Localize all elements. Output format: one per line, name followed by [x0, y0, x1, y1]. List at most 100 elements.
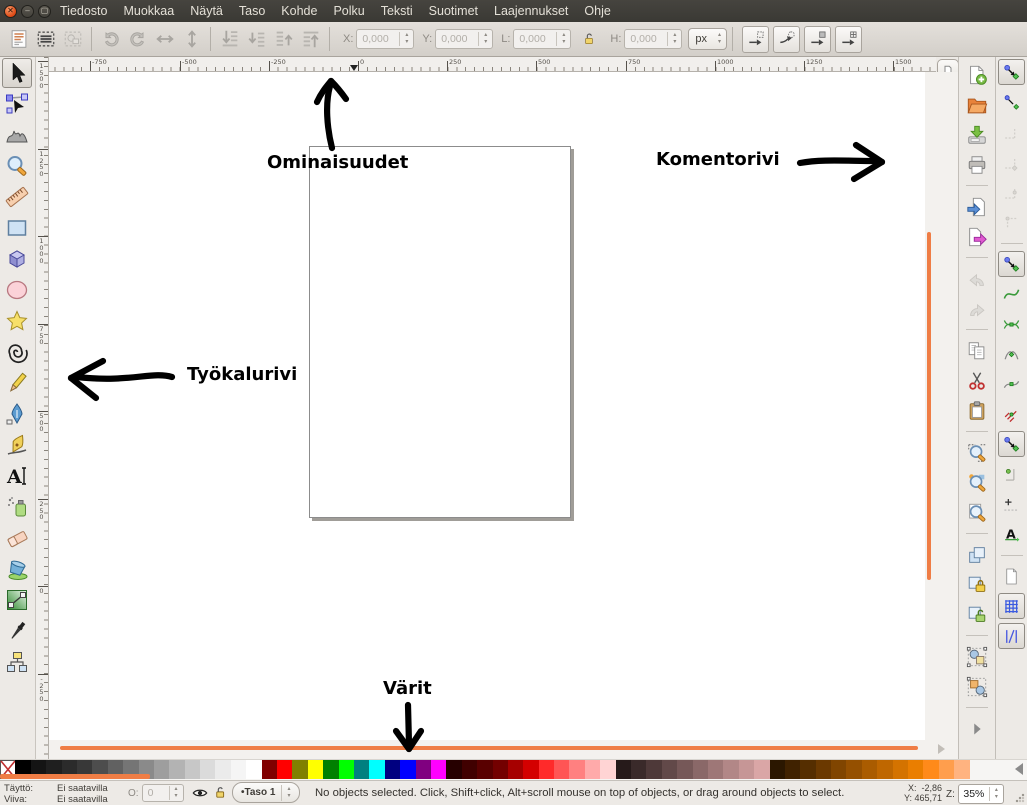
snap-bbox-corners-button[interactable]: [998, 149, 1025, 175]
dropper-tool-button[interactable]: [2, 616, 32, 646]
palette-swatch[interactable]: [523, 760, 538, 779]
palette-swatch[interactable]: [723, 760, 738, 779]
menu-suotimet[interactable]: Suotimet: [429, 0, 478, 22]
palette-swatch[interactable]: [908, 760, 923, 779]
palette-swatch[interactable]: [662, 760, 677, 779]
clone-icon-button[interactable]: [963, 571, 991, 598]
flip-vertical-button[interactable]: [178, 26, 205, 53]
palette-swatch[interactable]: [739, 760, 754, 779]
document-page[interactable]: [309, 146, 571, 518]
close-button[interactable]: ✕: [4, 5, 17, 18]
measure-tool-button[interactable]: [2, 182, 32, 212]
scale-stroke-toggle-button[interactable]: [742, 26, 769, 53]
palette-swatch[interactable]: [215, 760, 230, 779]
zoom-input[interactable]: 35% ▴▾: [958, 784, 1004, 804]
palette-swatch[interactable]: [877, 760, 892, 779]
expand-right-button[interactable]: [963, 715, 991, 742]
guides-icon-button[interactable]: [998, 623, 1025, 649]
rotate-cw-button[interactable]: [124, 26, 151, 53]
palette-swatch[interactable]: [508, 760, 523, 779]
palette-swatch[interactable]: [754, 760, 769, 779]
palette-swatch[interactable]: [354, 760, 369, 779]
zoom-tool-button[interactable]: [2, 151, 32, 181]
connector-tool-button[interactable]: [2, 647, 32, 677]
pencil-tool-button[interactable]: [2, 368, 32, 398]
vertical-ruler[interactable]: 1500125010007505002500-250: [36, 57, 49, 759]
palette-swatch[interactable]: [369, 760, 384, 779]
menu-näytä[interactable]: Näytä: [190, 0, 223, 22]
palette-swatch[interactable]: [277, 760, 292, 779]
layer-spinner[interactable]: ▴▾: [281, 785, 295, 801]
snap-bbox-edges-button[interactable]: [998, 119, 1025, 145]
unit-dropdown[interactable]: px ▴▾: [688, 28, 727, 50]
opacity-input[interactable]: 0 ▴▾: [142, 784, 184, 802]
x-input[interactable]: 0,000 ▴▾: [356, 29, 414, 49]
select-all-button[interactable]: [5, 26, 32, 53]
raise-to-top-button[interactable]: [297, 26, 324, 53]
calligraphy-tool-button[interactable]: [2, 430, 32, 460]
vertical-scrollbar[interactable]: [927, 232, 931, 580]
rect-tool-button[interactable]: [2, 213, 32, 243]
palette-swatch[interactable]: [231, 760, 246, 779]
snap-master-button[interactable]: [998, 59, 1025, 85]
palette-swatch[interactable]: [431, 760, 446, 779]
lower-to-bottom-button[interactable]: [216, 26, 243, 53]
maximize-button[interactable]: ▢: [38, 5, 51, 18]
undo-arrow-button[interactable]: [963, 265, 991, 292]
palette-swatch[interactable]: [585, 760, 600, 779]
align-dialog-button[interactable]: [963, 673, 991, 700]
star-tool-button[interactable]: [2, 306, 32, 336]
palette-swatch[interactable]: [262, 760, 277, 779]
snap-smooth-nodes-button[interactable]: [998, 371, 1025, 397]
text-tool-button[interactable]: A: [2, 461, 32, 491]
open-folder-button[interactable]: [963, 91, 991, 118]
flip-horizontal-button[interactable]: [151, 26, 178, 53]
lock-ratio-icon[interactable]: [575, 26, 602, 53]
height-input[interactable]: 0,000 ▴▾: [624, 29, 682, 49]
snap-bbox-button[interactable]: [998, 89, 1025, 115]
zoom-page-button[interactable]: [963, 499, 991, 526]
palette-swatch[interactable]: [554, 760, 569, 779]
menu-muokkaa[interactable]: Muokkaa: [123, 0, 174, 22]
unlink-clone-icon-button[interactable]: [963, 601, 991, 628]
palette-swatch[interactable]: [246, 760, 261, 779]
palette-swatch[interactable]: [200, 760, 215, 779]
layer-selector[interactable]: •Taso 1 ▴▾: [232, 782, 300, 803]
deselect-button[interactable]: [59, 26, 86, 53]
snap-path-intersections-button[interactable]: [998, 311, 1025, 337]
menu-kohde[interactable]: Kohde: [281, 0, 317, 22]
palette-swatch[interactable]: [954, 760, 969, 779]
print-document-button[interactable]: [963, 151, 991, 178]
palette-swatch[interactable]: [477, 760, 492, 779]
palette-swatch[interactable]: [169, 760, 184, 779]
y-spinner[interactable]: ▴▾: [478, 32, 492, 46]
palette-swatch[interactable]: [154, 760, 169, 779]
snap-nodes-button[interactable]: [998, 251, 1025, 277]
palette-swatch[interactable]: [770, 760, 785, 779]
width-input[interactable]: 0,000 ▴▾: [513, 29, 571, 49]
snap-bbox-edge-mid-button[interactable]: [998, 179, 1025, 205]
fill-value[interactable]: Ei saatavilla: [57, 783, 108, 794]
zoom-selection-button[interactable]: [963, 439, 991, 466]
spray-tool-button[interactable]: [2, 492, 32, 522]
palette-swatch[interactable]: [862, 760, 877, 779]
horizontal-ruler[interactable]: -750-500-2500250500750100012501500: [49, 57, 936, 72]
menu-polku[interactable]: Polku: [333, 0, 364, 22]
palette-swatch[interactable]: [539, 760, 554, 779]
y-input[interactable]: 0,000 ▴▾: [435, 29, 493, 49]
x-spinner[interactable]: ▴▾: [399, 32, 413, 46]
box3d-tool-button[interactable]: [2, 244, 32, 274]
duplicate-icon-button[interactable]: [963, 541, 991, 568]
palette-swatch[interactable]: [323, 760, 338, 779]
palette-swatch[interactable]: [400, 760, 415, 779]
snap-bbox-centers-button[interactable]: [998, 209, 1025, 235]
palette-swatch[interactable]: [462, 760, 477, 779]
spiral-tool-button[interactable]: [2, 337, 32, 367]
stroke-value[interactable]: Ei saatavilla: [57, 794, 108, 805]
opacity-spinner[interactable]: ▴▾: [169, 786, 183, 800]
height-spinner[interactable]: ▴▾: [667, 32, 681, 46]
select-all-layers-button[interactable]: [32, 26, 59, 53]
fill-stroke-dialog-button[interactable]: [963, 643, 991, 670]
node-tool-button[interactable]: [2, 89, 32, 119]
palette-scrollbar[interactable]: [0, 774, 150, 779]
